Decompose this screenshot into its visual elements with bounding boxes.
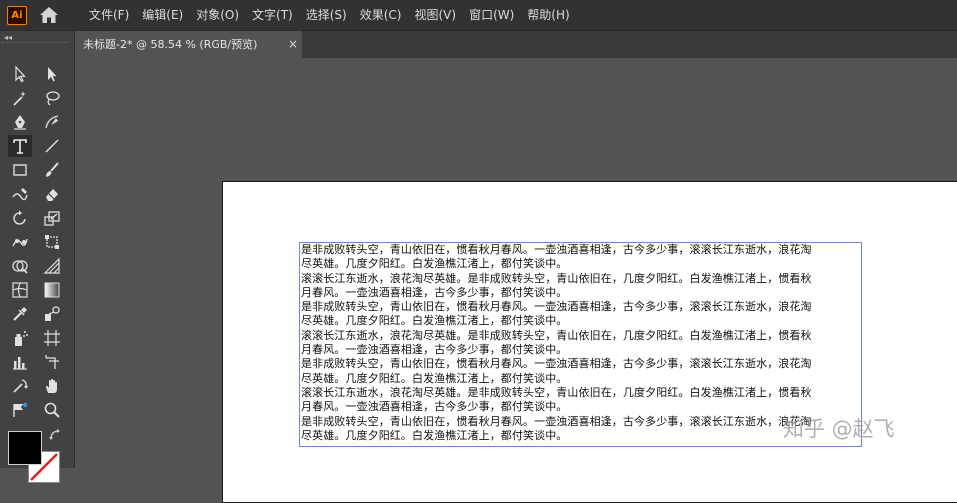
column-graph-tool-icon[interactable] xyxy=(8,351,32,373)
eyedropper-tool-icon[interactable] xyxy=(8,303,32,325)
home-icon[interactable] xyxy=(39,6,59,24)
menu-window[interactable]: 窗口(W) xyxy=(469,0,514,30)
text-line: 尽英雄。几度夕阳红。白发渔樵江渚上，都付笑谈中。 xyxy=(301,257,568,271)
text-line: 尽英雄。几度夕阳红。白发渔樵江渚上，都付笑谈中。 xyxy=(301,314,568,328)
hand-tool-icon[interactable] xyxy=(40,375,64,397)
selection-tool-icon[interactable] xyxy=(8,63,32,85)
swap-colors-icon[interactable] xyxy=(48,428,62,442)
text-line: 月春风。一壶浊酒喜相逢，古今多少事，都付笑谈中。 xyxy=(301,343,568,357)
free-transform-tool-icon[interactable] xyxy=(40,231,64,253)
menu-select[interactable]: 选择(S) xyxy=(306,0,347,30)
text-line: 尽英雄。几度夕阳红。白发渔樵江渚上，都付笑谈中。 xyxy=(301,371,568,385)
symbol-sprayer-tool-icon[interactable] xyxy=(8,327,32,349)
text-line: 滚滚长江东逝水，浪花淘尽英雄。是非成败转头空，青山依旧在，几度夕阳红。白发渔樵江… xyxy=(301,271,812,285)
shaper-tool-icon[interactable] xyxy=(8,183,32,205)
menu-object[interactable]: 对象(O) xyxy=(196,0,239,30)
scale-tool-icon[interactable] xyxy=(40,207,64,229)
menu-edit[interactable]: 编辑(E) xyxy=(142,0,183,30)
close-tab-icon[interactable]: × xyxy=(288,31,298,58)
text-line: 是非成败转头空，青山依旧在，惯看秋月春风。一壶浊酒喜相逢，古今多少事，滚滚长江东… xyxy=(301,357,812,371)
menu-effect[interactable]: 效果(C) xyxy=(360,0,402,30)
text-line: 是非成败转头空，青山依旧在，惯看秋月春风。一壶浊酒喜相逢，古今多少事，滚滚长江东… xyxy=(301,243,812,256)
direct-selection-tool-icon[interactable] xyxy=(40,63,64,85)
curvature-tool-icon[interactable] xyxy=(40,111,64,133)
magic-wand-tool-icon[interactable] xyxy=(8,87,32,109)
text-line: 滚滚长江东逝水，浪花淘尽英雄。是非成败转头空，青山依旧在，几度夕阳红。白发渔樵江… xyxy=(301,328,812,342)
text-line: 月春风。一壶浊酒喜相逢，古今多少事，都付笑谈中。 xyxy=(301,400,568,414)
watermark: 知乎 @赵飞 xyxy=(783,417,895,441)
type-tool-icon[interactable] xyxy=(8,135,32,157)
slice-tool-icon[interactable] xyxy=(40,351,64,373)
menu-help[interactable]: 帮助(H) xyxy=(527,0,569,30)
puppet-warp-tool-icon[interactable] xyxy=(8,231,32,253)
document-tab[interactable]: 未标题-2* @ 58.54 % (RGB/预览) × xyxy=(74,31,302,58)
rotate-tool-icon[interactable] xyxy=(8,207,32,229)
text-line: 滚滚长江东逝水，浪花淘尽英雄。是非成败转头空，青山依旧在，几度夕阳红。白发渔樵江… xyxy=(301,385,812,399)
artboard-tool-icon[interactable] xyxy=(40,327,64,349)
text-line: 是非成败转头空，青山依旧在，惯看秋月春风。一壶浊酒喜相逢，古今多少事，滚滚长江东… xyxy=(301,300,812,314)
document-tab-title: 未标题-2* @ 58.54 % (RGB/预览) xyxy=(83,38,258,51)
document-tab-bar: 未标题-2* @ 58.54 % (RGB/预览) × xyxy=(74,31,957,58)
menu-items: 文件(F) 编辑(E) 对象(O) 文字(T) 选择(S) 效果(C) 视图(V… xyxy=(89,0,583,30)
line-segment-tool-icon[interactable] xyxy=(40,135,64,157)
perspective-grid-tool-icon[interactable] xyxy=(40,255,64,277)
pen-tool-icon[interactable] xyxy=(8,111,32,133)
shape-builder-tool-icon[interactable] xyxy=(8,255,32,277)
text-line: 尽英雄。几度夕阳红。白发渔樵江渚上，都付笑谈中。 xyxy=(301,428,568,442)
text-line: 月春风。一壶浊酒喜相逢，古今多少事，都付笑谈中。 xyxy=(301,285,568,299)
lasso-tool-icon[interactable] xyxy=(40,87,64,109)
tools-panel: ◂◂ xyxy=(0,31,75,483)
zoom-tool-icon[interactable] xyxy=(40,399,64,421)
blend-tool-icon[interactable] xyxy=(40,303,64,325)
paintbrush-tool-icon[interactable] xyxy=(40,159,64,181)
fill-color-swatch[interactable] xyxy=(8,431,42,465)
app-logo: Ai xyxy=(7,6,27,25)
text-line: 是非成败转头空，青山依旧在，惯看秋月春风。一壶浊酒喜相逢，古今多少事，滚滚长江东… xyxy=(301,414,812,428)
rotate-view-tool-icon[interactable] xyxy=(8,375,32,397)
menu-type[interactable]: 文字(T) xyxy=(252,0,293,30)
mesh-tool-icon[interactable] xyxy=(8,279,32,301)
gradient-tool-icon[interactable] xyxy=(40,279,64,301)
menu-bar: Ai 文件(F) 编辑(E) 对象(O) 文字(T) 选择(S) 效果(C) 视… xyxy=(0,0,957,31)
eraser-tool-icon[interactable] xyxy=(40,183,64,205)
area-text-content[interactable]: 是非成败转头空，青山依旧在，惯看秋月春风。一壶浊酒喜相逢，古今多少事，滚滚长江东… xyxy=(301,243,861,443)
panel-grip[interactable] xyxy=(2,42,68,45)
collapse-panel-icon[interactable]: ◂◂ xyxy=(4,33,12,42)
menu-view[interactable]: 视图(V) xyxy=(414,0,456,30)
rectangle-tool-icon[interactable] xyxy=(8,159,32,181)
edit-toolbar-icon[interactable] xyxy=(8,399,32,421)
menu-file[interactable]: 文件(F) xyxy=(89,0,129,30)
